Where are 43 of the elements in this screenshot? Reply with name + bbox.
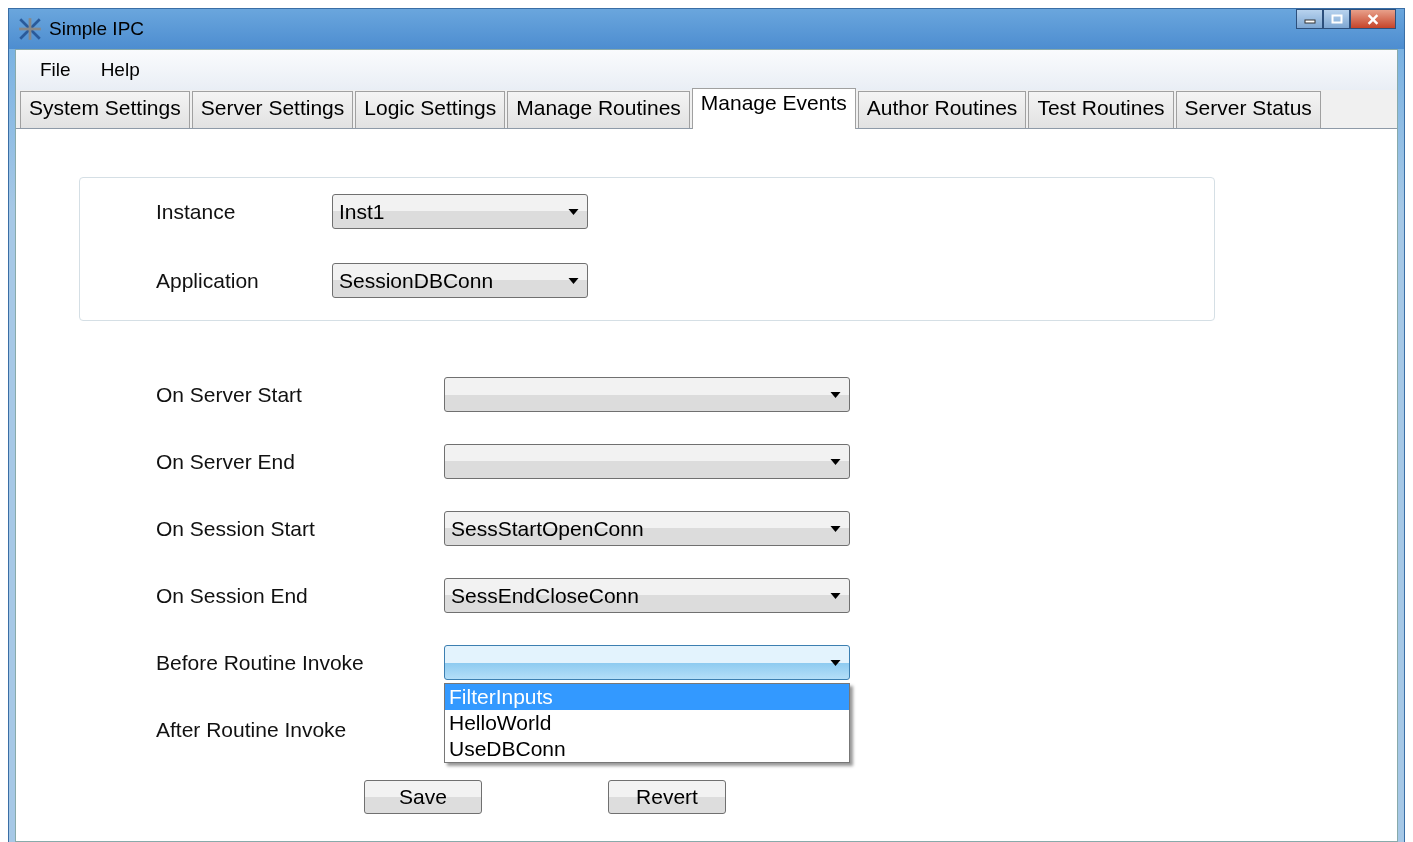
app-icon — [17, 16, 43, 42]
field-label: On Server Start — [156, 382, 303, 407]
tab[interactable]: Logic Settings — [355, 91, 506, 128]
tab[interactable]: Author Routines — [857, 91, 1027, 128]
window-title: Simple IPC — [49, 18, 146, 40]
caret-icon — [830, 458, 841, 465]
maximize-icon — [1330, 14, 1343, 24]
caret-icon — [830, 391, 841, 398]
caret-icon — [568, 277, 579, 284]
tab[interactable]: System Settings — [20, 91, 190, 128]
dropdown[interactable]: Inst1 — [332, 194, 588, 229]
tab[interactable]: Manage Events — [691, 88, 856, 129]
dropdown[interactable]: SessEndCloseConn — [444, 578, 850, 613]
field-label: Before Routine Invoke — [156, 650, 365, 675]
tab[interactable]: Server Settings — [191, 91, 354, 128]
close-button[interactable] — [1350, 9, 1396, 29]
caret-icon — [830, 525, 841, 532]
field-label: Instance — [156, 199, 237, 224]
close-icon — [1366, 13, 1380, 25]
minimize-button[interactable] — [1296, 9, 1323, 29]
button[interactable]: Revert — [608, 780, 726, 814]
tab[interactable]: Server Status — [1175, 91, 1321, 128]
caret-icon — [830, 592, 841, 599]
dropdown[interactable]: SessionDBConn — [332, 263, 588, 298]
field-label: On Session End — [156, 583, 309, 608]
dropdown[interactable] — [444, 444, 850, 479]
field-label: On Server End — [156, 449, 296, 474]
dropdown-option[interactable]: UseDBConn — [445, 736, 849, 762]
menu-item[interactable]: Help — [100, 59, 140, 81]
caret-icon — [830, 659, 841, 666]
field-label: Application — [156, 268, 260, 293]
maximize-button[interactable] — [1323, 9, 1350, 29]
dropdown[interactable] — [444, 377, 850, 412]
field-label: On Session Start — [156, 516, 316, 541]
menu-item[interactable]: File — [40, 59, 71, 81]
dropdown[interactable]: SessStartOpenConn — [444, 511, 850, 546]
dropdown-option[interactable]: HelloWorld — [445, 710, 849, 736]
button[interactable]: Save — [364, 780, 482, 814]
caret-icon — [568, 208, 579, 215]
dropdown[interactable] — [444, 645, 850, 680]
tab[interactable]: Test Routines — [1028, 91, 1174, 128]
tab[interactable]: Manage Routines — [507, 91, 690, 128]
field-label: After Routine Invoke — [156, 717, 348, 742]
